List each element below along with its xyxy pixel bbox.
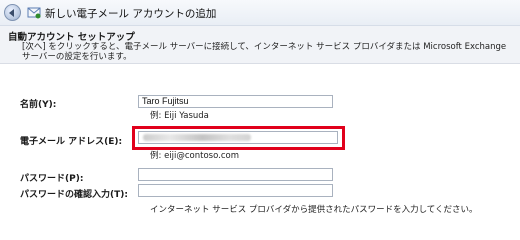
email-label: 電子メール アドレス(E):: [20, 137, 123, 147]
confirm-password-field[interactable]: [138, 184, 333, 197]
password-hint: インターネット サービス プロバイダから提供されたパスワードを入力してください。: [150, 205, 478, 215]
mail-account-icon: [27, 7, 41, 19]
section-title: 自動アカウント セットアップ: [8, 32, 135, 43]
password-label: パスワード(P):: [20, 174, 84, 184]
window-title: 新しい電子メール アカウントの追加: [45, 8, 217, 20]
confirm-password-label: パスワードの確認入力(T):: [20, 190, 128, 200]
back-arrow-icon[interactable]: [4, 4, 21, 21]
name-example: 例: Eiji Yasuda: [150, 111, 209, 121]
name-field[interactable]: Taro Fujitsu: [138, 95, 333, 108]
section-description: [次へ] をクリックすると、電子メール サーバーに接続して、インターネット サー…: [22, 42, 507, 62]
title-bar: 新しい電子メール アカウントの追加: [0, 0, 520, 26]
email-example: 例: eiji@contoso.com: [150, 151, 240, 161]
password-field[interactable]: [138, 168, 333, 181]
name-label: 名前(Y):: [20, 100, 57, 110]
header-band: 自動アカウント セットアップ [次へ] をクリックすると、電子メール サーバーに…: [0, 26, 520, 64]
highlight-box: [132, 126, 345, 150]
